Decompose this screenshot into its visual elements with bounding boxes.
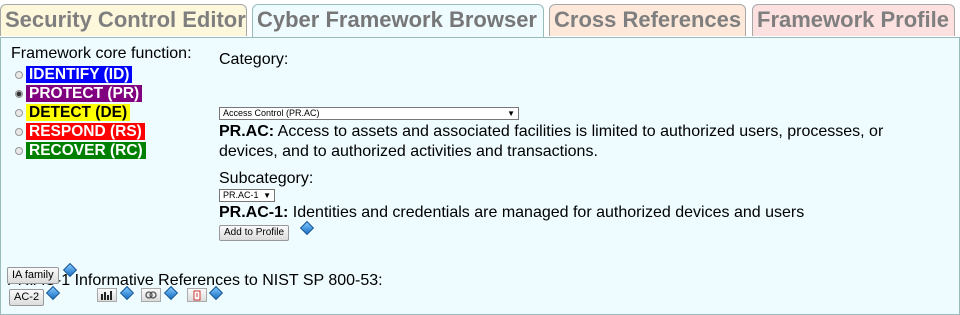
- core-function-list: IDENTIFY (ID) PROTECT (PR) DETECT (DE) R…: [15, 65, 146, 160]
- dropdown-arrow-icon: ▼: [263, 191, 271, 200]
- browser-panel: Framework core function: IDENTIFY (ID) P…: [0, 37, 960, 315]
- tab-bar: Security Control Editor Cyber Framework …: [0, 0, 960, 38]
- function-option-respond[interactable]: RESPOND (RS): [15, 122, 146, 141]
- function-label: PROTECT (PR): [26, 85, 143, 102]
- ia-family-button[interactable]: IA family: [7, 267, 59, 284]
- radio-button[interactable]: [15, 70, 23, 79]
- category-select[interactable]: Access Control (PR.AC) ▼: [219, 107, 519, 120]
- function-option-recover[interactable]: RECOVER (RC): [15, 141, 146, 160]
- category-text: Access to assets and associated faciliti…: [219, 123, 884, 160]
- radio-button-selected[interactable]: [15, 89, 23, 98]
- category-select-value: Access Control (PR.AC): [223, 108, 320, 118]
- function-option-identify[interactable]: IDENTIFY (ID): [15, 65, 146, 84]
- bar-chart-icon: [101, 291, 112, 300]
- category-code: PR.AC:: [219, 123, 275, 140]
- function-label: DETECT (DE): [26, 104, 131, 121]
- function-option-protect[interactable]: PROTECT (PR): [15, 84, 146, 103]
- function-label: IDENTIFY (ID): [26, 66, 133, 83]
- function-label: RECOVER (RC): [26, 142, 146, 159]
- subcategory-text: Identities and credentials are managed f…: [292, 204, 805, 221]
- dropdown-arrow-icon: ▼: [507, 109, 515, 118]
- info-diamond-icon[interactable]: [299, 220, 315, 236]
- document-icon: [193, 290, 201, 300]
- control-ac2-button[interactable]: AC-2: [9, 289, 45, 306]
- tab-framework-profile[interactable]: Framework Profile: [752, 4, 955, 36]
- radio-button[interactable]: [15, 146, 23, 155]
- link-icon: [145, 291, 157, 299]
- chart-icon-button[interactable]: [97, 288, 117, 302]
- subcategory-select-value: PR.AC-1: [223, 190, 259, 200]
- category-label: Category:: [219, 51, 289, 68]
- link-icon-button[interactable]: [141, 288, 161, 302]
- tab-cyber-framework-browser[interactable]: Cyber Framework Browser: [252, 4, 544, 38]
- add-to-profile-button[interactable]: Add to Profile: [219, 225, 290, 241]
- tab-security-control-editor[interactable]: Security Control Editor: [0, 4, 247, 36]
- subcategory-code: PR.AC-1:: [219, 204, 289, 221]
- tab-cross-references[interactable]: Cross References: [549, 4, 746, 36]
- radio-button[interactable]: [15, 127, 23, 136]
- subcategory-description: PR.AC-1: Identities and credentials are …: [219, 203, 919, 223]
- subcategory-label: Subcategory:: [219, 170, 314, 187]
- category-description: PR.AC: Access to assets and associated f…: [219, 122, 919, 162]
- function-label: RESPOND (RS): [26, 123, 145, 140]
- core-function-label: Framework core function:: [11, 45, 192, 62]
- function-option-detect[interactable]: DETECT (DE): [15, 103, 146, 122]
- document-icon-button[interactable]: [187, 288, 207, 302]
- radio-button[interactable]: [15, 108, 23, 117]
- subcategory-select[interactable]: PR.AC-1 ▼: [219, 189, 275, 202]
